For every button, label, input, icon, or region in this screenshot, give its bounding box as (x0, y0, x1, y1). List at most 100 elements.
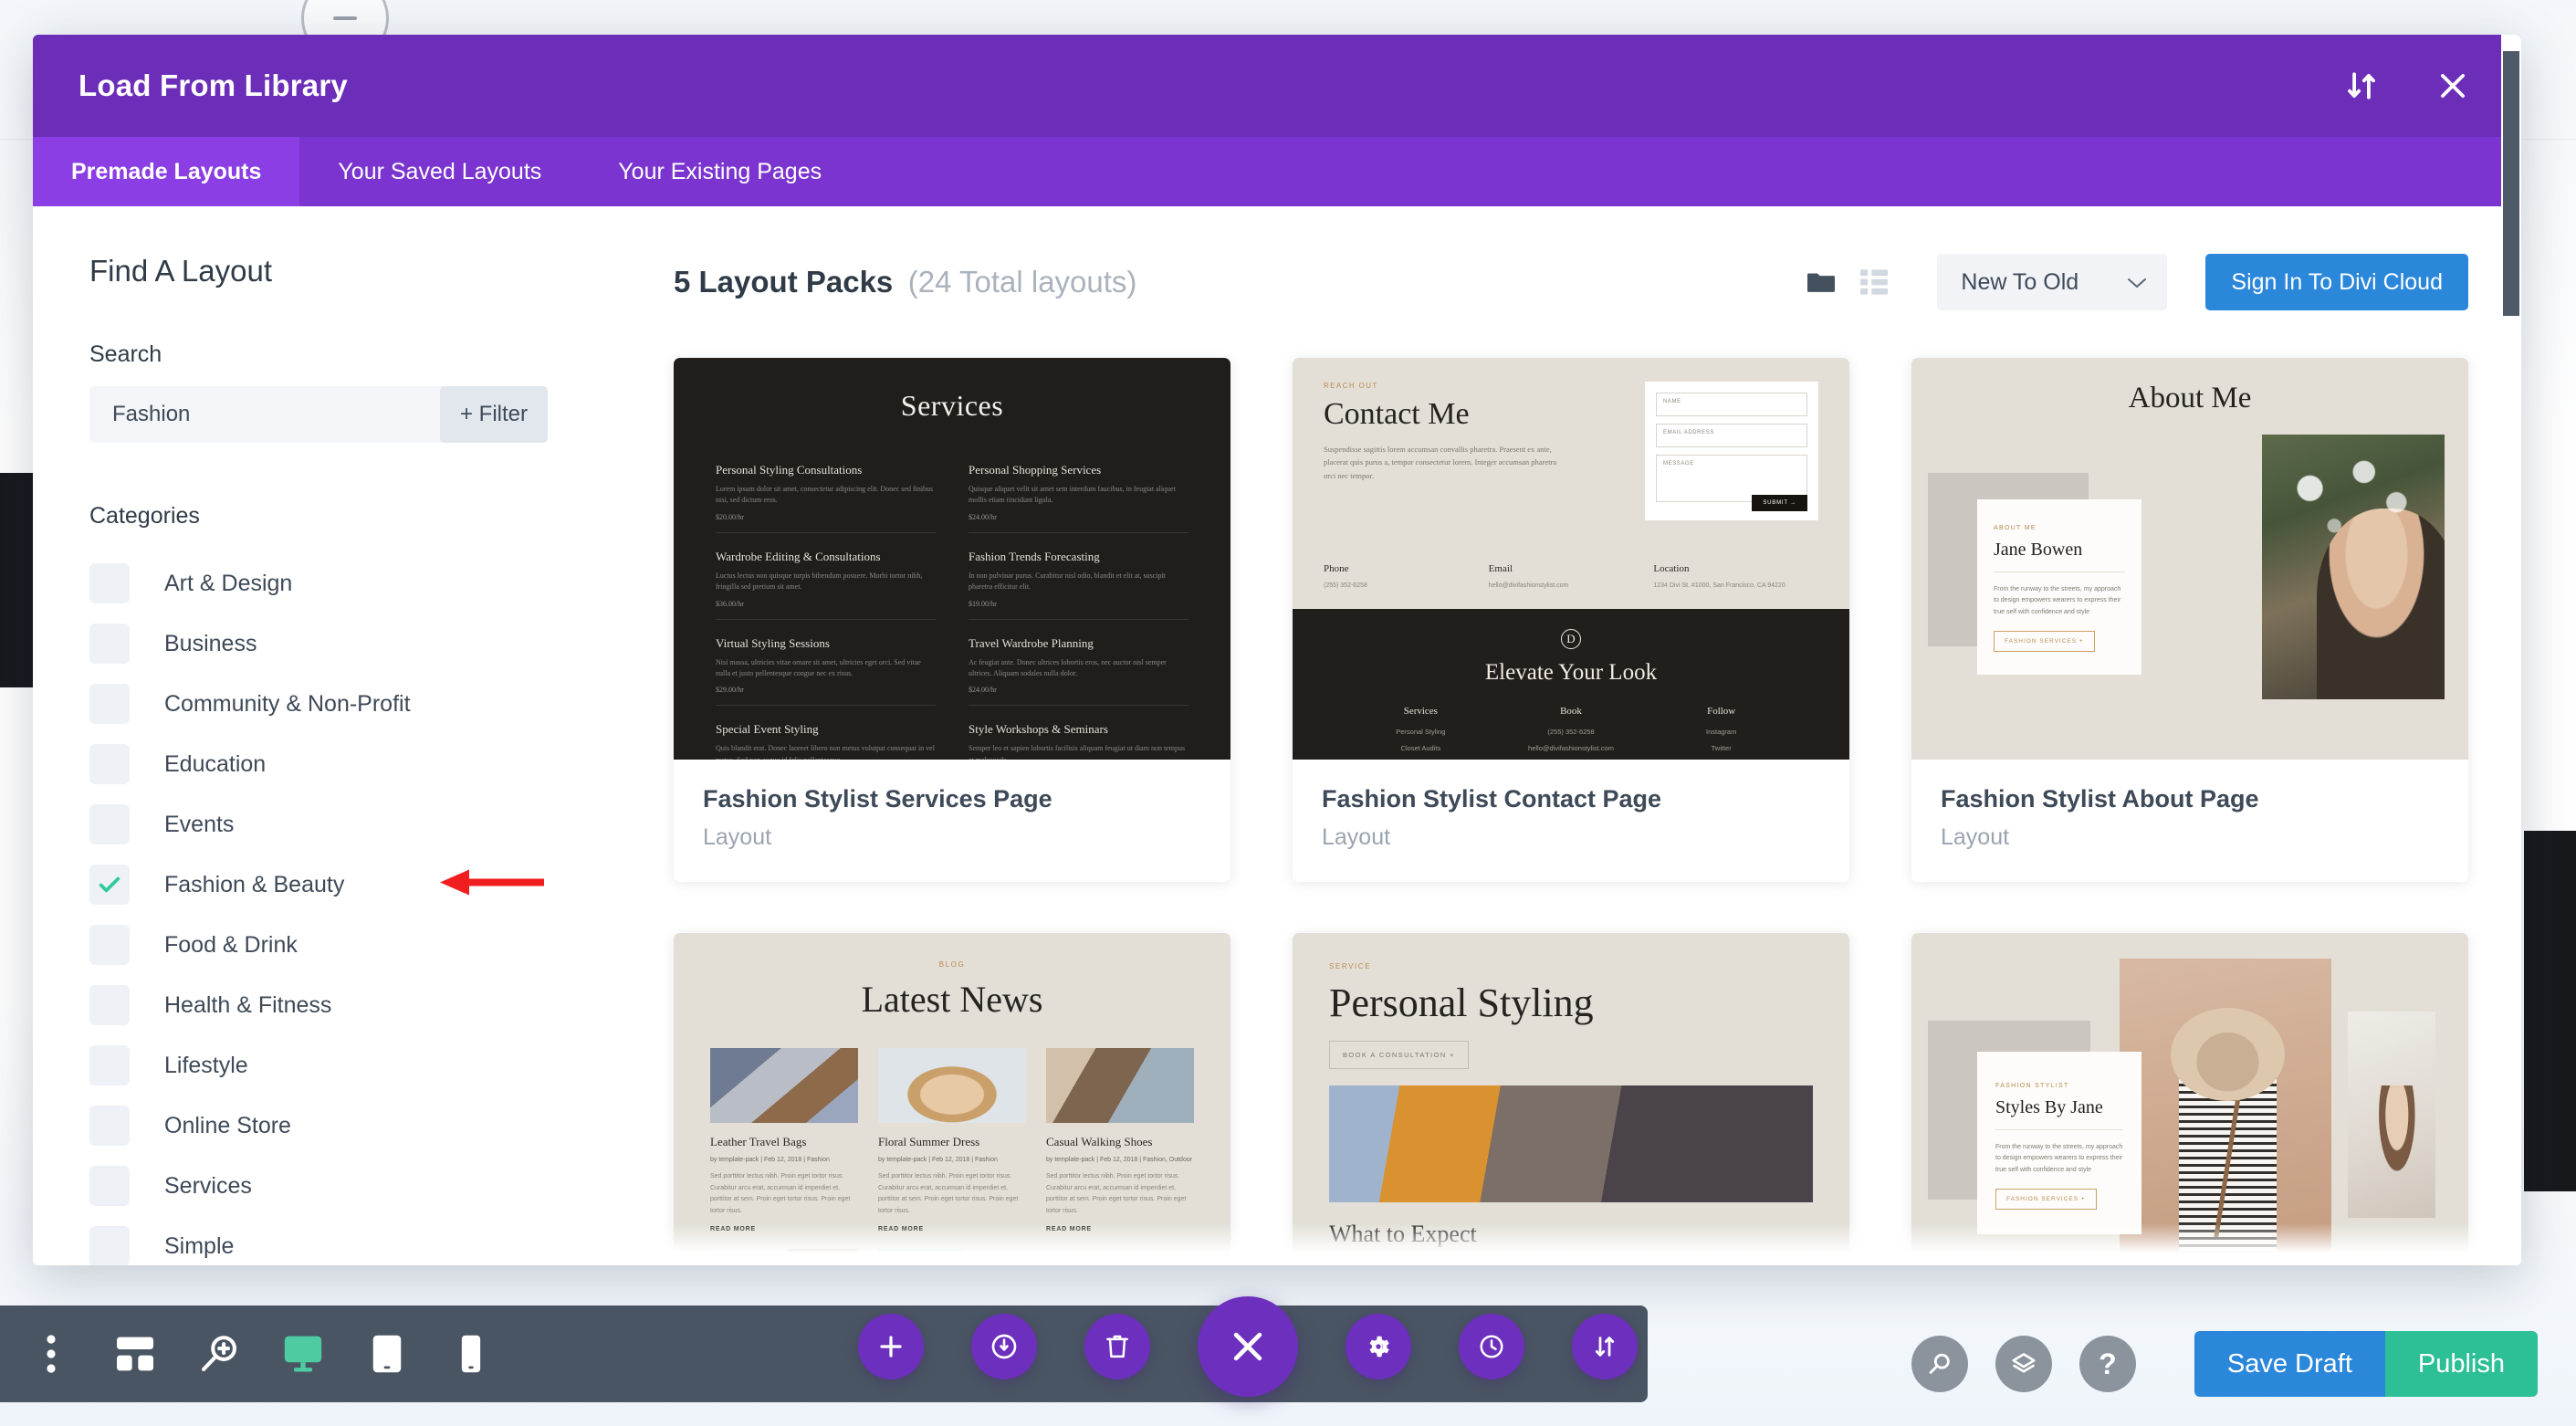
thumb-post-meta: by template-pack | Feb 12, 2018 | Fashio… (878, 1157, 998, 1163)
checkbox-lifestyle[interactable] (89, 1045, 130, 1085)
layout-thumbnail: FASHION STYLIST Styles By Jane From the … (1911, 933, 2468, 1265)
thumbnail-scene-styles-by-jane: FASHION STYLIST Styles By Jane From the … (1911, 933, 2468, 1265)
checkbox-business[interactable] (89, 624, 130, 664)
category-row-education[interactable]: Education (89, 734, 626, 794)
checkbox-events[interactable] (89, 804, 130, 844)
thumb-service-item: Fashion Trends Forecasting In non pulvin… (969, 537, 1189, 620)
category-row-services[interactable]: Services (89, 1156, 626, 1216)
layout-card[interactable]: Services Personal Styling Consultations … (674, 358, 1230, 882)
tab-your-existing-pages[interactable]: Your Existing Pages (580, 137, 860, 206)
thumb-eyebrow: BLOG (938, 960, 966, 969)
save-draft-button[interactable]: Save Draft (2194, 1331, 2385, 1397)
close-icon[interactable] (2432, 65, 2474, 107)
publish-button[interactable]: Publish (2384, 1331, 2538, 1397)
layout-card-footer: Fashion Stylist Services Page Layout (674, 760, 1230, 882)
editing-history-button[interactable] (1459, 1314, 1524, 1379)
checkbox-simple[interactable] (89, 1226, 130, 1265)
grid-view-icon[interactable] (1795, 256, 1848, 309)
layout-card[interactable]: BLOG Latest News Leather Travel Bags by … (674, 933, 1230, 1265)
portability-button[interactable] (1572, 1314, 1638, 1379)
thumb-service-text: Quis blandit erat. Donec laoreet libero … (716, 744, 935, 760)
search-input[interactable]: Fashion (112, 402, 440, 427)
category-row-business[interactable]: Business (89, 613, 626, 674)
phone-view-icon[interactable] (429, 1305, 513, 1402)
layout-card-subtitle: Layout (703, 824, 772, 850)
list-view-icon[interactable] (1848, 256, 1901, 309)
thumb-hat (2170, 1008, 2285, 1102)
category-row-fashion-beauty[interactable]: Fashion & Beauty (89, 855, 626, 915)
thumb-title: Styles By Jane (1995, 1097, 2123, 1130)
thumb-person-name: Jane Bowen (1994, 540, 2125, 572)
settings-button[interactable] (1346, 1314, 1411, 1379)
layout-thumbnail: REACH OUT Contact Me Suspendisse sagitti… (1293, 358, 1849, 760)
thumb-info-value: hello@divifashionstylist.com (1488, 582, 1569, 589)
sort-transfer-icon[interactable] (2340, 65, 2382, 107)
filter-button[interactable]: + Filter (439, 386, 548, 443)
thumb-service-item: Virtual Styling Sessions Nisi massa, ult… (716, 624, 936, 707)
tab-your-saved-layouts[interactable]: Your Saved Layouts (299, 137, 580, 206)
category-row-lifestyle[interactable]: Lifestyle (89, 1035, 626, 1096)
category-row-art-design[interactable]: Art & Design (89, 553, 626, 613)
tablet-view-icon[interactable] (345, 1305, 429, 1402)
save-to-library-button[interactable] (971, 1314, 1037, 1379)
thumb-post-meta: by template-pack | Feb 12, 2018 | Fashio… (1046, 1157, 1193, 1163)
thumbnail-scene-contact: REACH OUT Contact Me Suspendisse sagitti… (1293, 358, 1849, 760)
category-row-community-non-profit[interactable]: Community & Non-Profit (89, 674, 626, 734)
modal-tabs: Premade Layouts Your Saved Layouts Your … (33, 137, 2521, 206)
checkbox-fashion-beauty[interactable] (89, 865, 130, 905)
thumb-footer-item: (255) 352-6258 (1547, 728, 1595, 736)
thumb-post-image (878, 1249, 1026, 1265)
load-from-library-modal: Load From Library Premade Layouts Your S… (33, 35, 2521, 1265)
layout-card[interactable]: About Me ABOUT ME Jane Bowen From the ru… (1911, 358, 2468, 882)
thumb-hero-image (1329, 1085, 1813, 1202)
layout-card[interactable]: SERVICE Personal Styling BOOK A CONSULTA… (1293, 933, 1849, 1265)
thumb-service-heading: Travel Wardrobe Planning (969, 635, 1094, 650)
layers-icon[interactable] (1995, 1336, 2052, 1392)
checkbox-online-store[interactable] (89, 1106, 130, 1146)
pack-total: (24 Total layouts) (907, 265, 1137, 299)
thumb-eyebrow: SERVICE (1329, 962, 1372, 970)
checkbox-art-design[interactable] (89, 563, 130, 603)
checkbox-health-fitness[interactable] (89, 985, 130, 1025)
category-label: Business (164, 630, 257, 656)
pack-count: 5 Layout Packs (674, 265, 894, 299)
category-row-events[interactable]: Events (89, 794, 626, 855)
thumb-info-heading: Email (1488, 563, 1513, 574)
checkbox-education[interactable] (89, 744, 130, 784)
category-row-health-fitness[interactable]: Health & Fitness (89, 975, 626, 1035)
scrollbar-thumb[interactable] (2503, 51, 2519, 316)
thumb-title: Latest News (861, 979, 1043, 1020)
desktop-view-icon[interactable] (261, 1305, 345, 1402)
thumb-post-text: Sed porttitor lectus nibh. Proin eget to… (878, 1173, 1019, 1214)
checkbox-food-drink[interactable] (89, 925, 130, 965)
sort-select[interactable]: New To Old (1937, 254, 2168, 310)
help-icon[interactable]: ? (2079, 1336, 2136, 1392)
scrollbar-track[interactable] (2501, 35, 2521, 1094)
add-section-button[interactable] (858, 1314, 924, 1379)
tab-premade-layouts[interactable]: Premade Layouts (33, 137, 300, 206)
layout-card-title: Fashion Stylist Contact Page (1322, 785, 1662, 813)
category-label: Services (164, 1172, 252, 1199)
layout-card[interactable]: REACH OUT Contact Me Suspendisse sagitti… (1293, 358, 1849, 882)
zoom-icon[interactable] (177, 1305, 261, 1402)
clear-layout-button[interactable] (1084, 1314, 1150, 1379)
thumb-post-image (1046, 1048, 1194, 1123)
layout-card[interactable]: FASHION STYLIST Styles By Jane From the … (1911, 933, 2468, 1265)
thumb-paragraph: From the runway to the streets, my appro… (1995, 1144, 2123, 1173)
wireframe-icon[interactable] (93, 1305, 177, 1402)
thumb-post-text: Sed porttitor lectus nibh. Proin eget to… (710, 1173, 851, 1214)
close-builder-button[interactable] (1198, 1296, 1298, 1397)
category-row-simple[interactable]: Simple (89, 1216, 626, 1265)
checkbox-community-non-profit[interactable] (89, 684, 130, 724)
more-options-icon[interactable] (9, 1305, 93, 1402)
layout-card-footer: Fashion Stylist Contact Page Layout (1293, 760, 1849, 882)
thumb-portrait-photo (2262, 435, 2445, 699)
thumb-about-card: ABOUT ME Jane Bowen From the runway to t… (1977, 499, 2141, 675)
thumb-contact-form: NAME EMAIL ADDRESS MESSAGE SUBMIT → (1645, 382, 1818, 520)
category-row-online-store[interactable]: Online Store (89, 1096, 626, 1156)
category-label: Lifestyle (164, 1052, 248, 1078)
category-row-food-drink[interactable]: Food & Drink (89, 915, 626, 975)
search-icon[interactable] (1911, 1336, 1968, 1392)
checkbox-services[interactable] (89, 1166, 130, 1206)
sign-in-to-divi-cloud-button[interactable]: Sign In To Divi Cloud (2205, 254, 2468, 310)
